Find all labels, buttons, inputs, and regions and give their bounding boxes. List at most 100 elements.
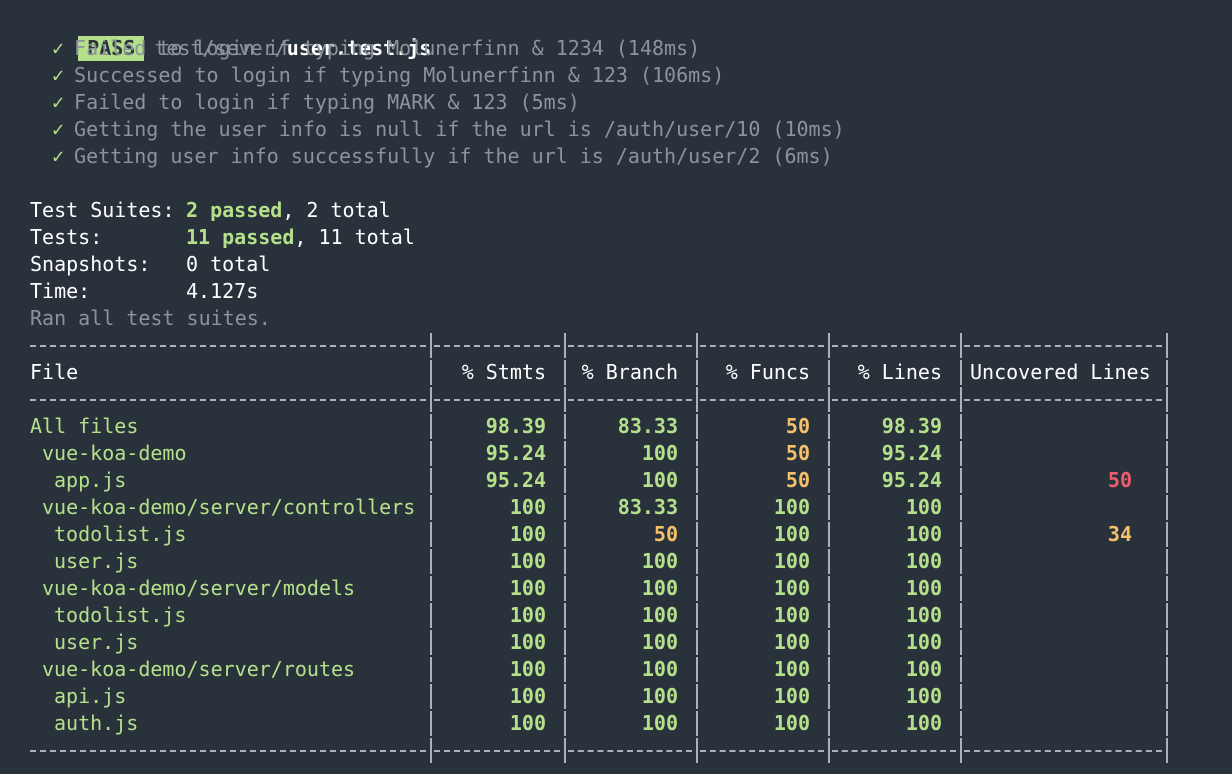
cell-lines: 100 — [905, 549, 942, 573]
column-divider — [960, 576, 962, 601]
column-divider — [564, 603, 566, 628]
table-row: vue-koa-demo/server/controllers 100 83.33 1… — [30, 494, 1232, 521]
column-divider — [1166, 468, 1168, 493]
cell-funcs: 100 — [773, 576, 810, 600]
table-row: user.js 100 100 100 100 — [30, 629, 1232, 656]
summary-total: , 11 total — [294, 225, 415, 249]
column-divider — [430, 441, 432, 466]
column-divider — [430, 576, 432, 601]
column-divider — [1166, 360, 1168, 385]
cell-lines: 98.39 — [881, 414, 942, 438]
column-divider — [564, 360, 566, 385]
column-divider — [960, 738, 962, 763]
check-icon: ✓ — [52, 117, 65, 141]
table-row: todolist.js 100 100 100 100 — [30, 602, 1232, 629]
column-divider — [564, 495, 566, 520]
cell-lines: 100 — [905, 522, 942, 546]
test-result-text: Failed to login if typing MARK & 123 (5m… — [74, 90, 580, 114]
column-divider — [696, 549, 698, 574]
column-divider — [960, 684, 962, 709]
column-divider — [430, 387, 432, 412]
column-divider — [1166, 522, 1168, 547]
coverage-table: File % Stmts % Branch % Funcs % Lines Uncover… — [30, 332, 1232, 763]
cell-lines: 100 — [905, 630, 942, 654]
cell-stmts: 95.24 — [485, 468, 546, 492]
cell-file: app.js — [54, 468, 127, 492]
table-row: auth.js 100 100 100 100 — [30, 710, 1232, 737]
column-divider — [430, 414, 432, 439]
cell-lines: 100 — [905, 495, 942, 519]
cell-funcs: 50 — [785, 414, 810, 438]
column-divider — [696, 495, 698, 520]
cell-stmts: 100 — [509, 549, 546, 573]
cell-uncovered: 34 — [1107, 522, 1132, 546]
column-divider — [960, 657, 962, 682]
column-divider — [960, 387, 962, 412]
column-divider — [430, 630, 432, 655]
column-divider — [828, 630, 830, 655]
cell-file: todolist.js — [54, 603, 187, 627]
column-divider — [1166, 657, 1168, 682]
column-divider — [828, 549, 830, 574]
column-divider — [430, 738, 432, 763]
column-divider — [1166, 630, 1168, 655]
summary-label: Tests: — [30, 225, 103, 249]
cell-branch: 50 — [653, 522, 678, 546]
cell-funcs: 50 — [785, 468, 810, 492]
test-result-text: Successed to login if typing Molunerfinn… — [74, 63, 725, 87]
cell-file: api.js — [54, 684, 127, 708]
cell-stmts: 100 — [509, 684, 546, 708]
summary-snapshots: Snapshots: 0 total — [30, 251, 1232, 278]
column-divider — [430, 603, 432, 628]
column-divider — [828, 360, 830, 385]
column-divider — [1166, 603, 1168, 628]
separator-dash — [700, 345, 824, 347]
cell-file: vue-koa-demo — [42, 441, 187, 465]
table-separator — [30, 386, 1232, 413]
test-result-text: Getting the user info is null if the url… — [74, 117, 845, 141]
column-header-file: File — [30, 360, 79, 384]
column-divider — [696, 387, 698, 412]
separator-dash — [832, 345, 956, 347]
column-divider — [960, 522, 962, 547]
column-header-funcs: % Funcs — [725, 360, 810, 384]
table-row: app.js 95.24 100 50 95.24 50 — [30, 467, 1232, 494]
column-divider — [564, 414, 566, 439]
cell-stmts: 100 — [509, 603, 546, 627]
column-divider — [960, 495, 962, 520]
cell-file: auth.js — [54, 711, 139, 735]
column-divider — [696, 333, 698, 358]
cell-funcs: 100 — [773, 549, 810, 573]
column-divider — [828, 522, 830, 547]
test-result-item: ✓ Failed to login if typing Molunerfinn &… — [30, 35, 1232, 62]
ran-all-message: Ran all test suites. — [30, 306, 271, 330]
summary-time: Time: 4.127s — [30, 278, 1232, 305]
column-divider — [564, 576, 566, 601]
column-divider — [1166, 495, 1168, 520]
column-divider — [430, 468, 432, 493]
test-results-list: ✓ Failed to login if typing Molunerfinn &… — [30, 35, 1232, 170]
column-divider — [696, 360, 698, 385]
table-row: todolist.js 100 50 100 100 34 — [30, 521, 1232, 548]
cell-file: vue-koa-demo/server/models — [42, 576, 356, 600]
cell-lines: 100 — [905, 657, 942, 681]
column-divider — [1166, 711, 1168, 736]
cell-funcs: 100 — [773, 603, 810, 627]
column-divider — [1166, 387, 1168, 412]
column-divider — [696, 522, 698, 547]
column-divider — [1166, 576, 1168, 601]
cell-lines: 95.24 — [881, 468, 942, 492]
cell-lines: 100 — [905, 576, 942, 600]
table-row: vue-koa-demo/server/models 100 100 100 100 — [30, 575, 1232, 602]
cell-file: vue-koa-demo/server/controllers — [42, 495, 416, 519]
column-divider — [564, 522, 566, 547]
column-divider — [430, 549, 432, 574]
summary-block: Test Suites: 2 passed, 2 total Tests: 11 p… — [30, 197, 1232, 332]
column-divider — [828, 387, 830, 412]
cell-funcs: 50 — [785, 441, 810, 465]
column-divider — [960, 603, 962, 628]
column-divider — [564, 441, 566, 466]
table-row: All files 98.39 83.33 50 98.39 — [30, 413, 1232, 440]
column-divider — [564, 657, 566, 682]
